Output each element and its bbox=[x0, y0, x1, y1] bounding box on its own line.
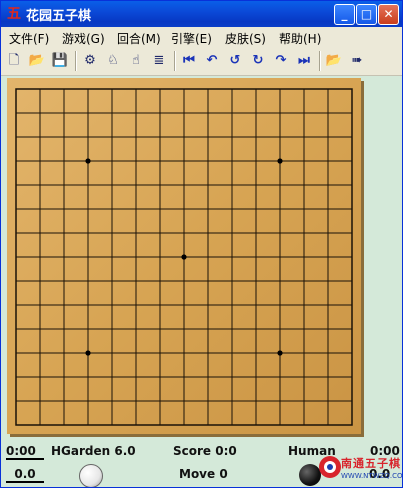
menu-bar: 文件(F) 游戏(G) 回合(M) 引擎(E) 皮肤(S) 帮助(H) bbox=[1, 27, 402, 47]
watermark-url: WWW.NTWZQ.COM bbox=[341, 472, 403, 480]
watermark-logo: 南通五子棋 WWW.NTWZQ.COM bbox=[313, 453, 403, 487]
toolbar-separator bbox=[319, 51, 321, 71]
toolbar-separator bbox=[174, 51, 176, 71]
left-value-box: 0.0 bbox=[6, 467, 44, 483]
maximize-button[interactable]: □ bbox=[356, 4, 377, 25]
window-title: 花园五子棋 bbox=[26, 9, 92, 24]
settings-icon[interactable]: ⚙ bbox=[81, 52, 99, 70]
star-point bbox=[85, 158, 91, 164]
toolbar-separator bbox=[75, 51, 77, 71]
star-point bbox=[181, 254, 187, 260]
save-icon[interactable]: 💾 bbox=[51, 52, 69, 70]
gomoku-app-icon[interactable]: 五 bbox=[6, 6, 22, 22]
watermark-text: 南通五子棋 bbox=[341, 457, 401, 470]
minimize-button[interactable]: _ bbox=[334, 4, 355, 25]
last-move-icon[interactable]: ⏭ bbox=[295, 52, 313, 70]
menu-file[interactable]: 文件(F) bbox=[9, 30, 49, 47]
move-counter: Move 0 bbox=[179, 467, 228, 481]
menu-round[interactable]: 回合(M) bbox=[117, 30, 161, 47]
menu-help[interactable]: 帮助(H) bbox=[279, 30, 321, 47]
title-bar[interactable]: 五 花园五子棋 _ □ ✕ bbox=[1, 1, 402, 27]
score-text: Score 0:0 bbox=[173, 444, 237, 458]
redo-icon[interactable]: ↻ bbox=[249, 52, 267, 70]
left-value-text: 0.0 bbox=[14, 467, 36, 481]
game-board[interactable] bbox=[7, 78, 361, 434]
load-icon[interactable]: 📂 bbox=[325, 52, 343, 70]
left-timer: 0:00 bbox=[6, 444, 44, 460]
first-move-icon[interactable]: ⏮ bbox=[180, 52, 198, 70]
move-list-icon[interactable]: ≣ bbox=[150, 52, 168, 70]
open-icon[interactable]: 📂 bbox=[28, 52, 46, 70]
export-icon[interactable]: ➠ bbox=[348, 52, 366, 70]
menu-skin[interactable]: 皮肤(S) bbox=[225, 30, 266, 47]
board-grid[interactable] bbox=[7, 78, 361, 434]
app-window: 五 花园五子棋 _ □ ✕ 文件(F) 游戏(G) 回合(M) 引擎(E) 皮肤… bbox=[0, 0, 403, 488]
undo-icon[interactable]: ↺ bbox=[226, 52, 244, 70]
menu-game[interactable]: 游戏(G) bbox=[62, 30, 105, 47]
toolbar: 🗋 📂 💾 ⚙ ♘ ☝ ≣ ⏮ ↶ ↺ ↻ ↷ ⏭ 📂 ➠ bbox=[1, 47, 402, 76]
star-point bbox=[277, 158, 283, 164]
redo-all-icon[interactable]: ↷ bbox=[272, 52, 290, 70]
board-area bbox=[1, 76, 402, 443]
undo-all-icon[interactable]: ↶ bbox=[203, 52, 221, 70]
hint-icon[interactable]: ☝ bbox=[127, 52, 145, 70]
menu-engine[interactable]: 引擎(E) bbox=[171, 30, 212, 47]
left-timer-text: 0:00 bbox=[6, 444, 36, 458]
new-icon[interactable]: 🗋 bbox=[5, 52, 23, 70]
close-button[interactable]: ✕ bbox=[378, 4, 399, 25]
star-point bbox=[85, 350, 91, 356]
white-stone-indicator bbox=[79, 464, 103, 487]
star-point bbox=[277, 350, 283, 356]
engine-icon[interactable]: ♘ bbox=[104, 52, 122, 70]
engine-name: HGarden 6.0 bbox=[51, 444, 136, 458]
